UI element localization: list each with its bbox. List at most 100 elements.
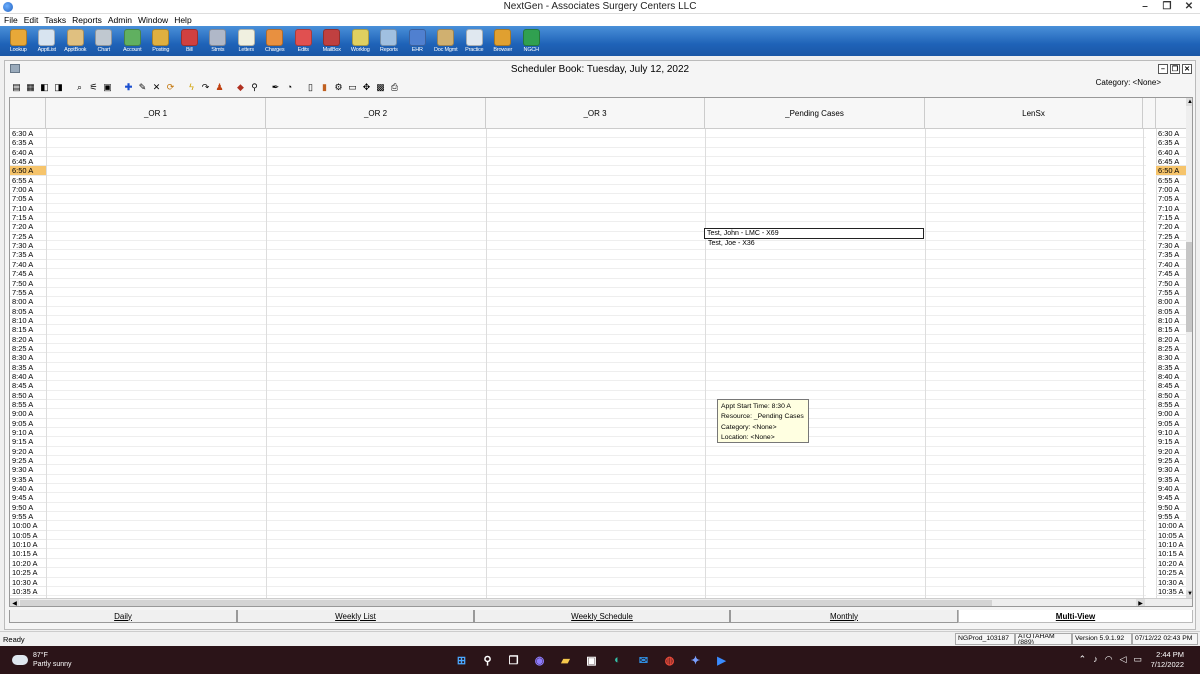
- toolbar-button-posting[interactable]: Posting: [147, 26, 176, 56]
- time-slot-row[interactable]: [42, 437, 1146, 447]
- time-slot-row[interactable]: [42, 409, 1146, 419]
- scheduler-minimize-button[interactable]: –: [1158, 64, 1168, 74]
- clock-icon[interactable]: ◔: [284, 82, 295, 93]
- prev-icon[interactable]: ◧: [39, 82, 50, 93]
- calendar-icon[interactable]: ▣: [102, 82, 113, 93]
- time-slot-row[interactable]: [42, 484, 1146, 494]
- lightning-icon[interactable]: ϟ: [186, 82, 197, 93]
- toolbar-button-practice[interactable]: Practice: [460, 26, 489, 56]
- settings-icon[interactable]: ⚙: [333, 82, 344, 93]
- horizontal-scroll-thumb[interactable]: [20, 600, 992, 606]
- column-header-or2[interactable]: _OR 2: [266, 98, 486, 129]
- wifi-icon[interactable]: ◠: [1105, 654, 1113, 665]
- menu-edit[interactable]: Edit: [20, 14, 39, 26]
- time-slot-row[interactable]: [42, 166, 1146, 176]
- time-slot-row[interactable]: [42, 568, 1146, 578]
- time-slot-row[interactable]: [42, 185, 1146, 195]
- menu-tasks[interactable]: Tasks: [40, 14, 66, 26]
- time-slot-row[interactable]: [42, 419, 1146, 428]
- time-slot-row[interactable]: [42, 447, 1146, 457]
- zoom-icon[interactable]: ▶: [712, 651, 731, 669]
- time-slot-row[interactable]: [42, 269, 1146, 279]
- view-week-icon[interactable]: ▦: [25, 82, 36, 93]
- time-slot-row[interactable]: [42, 250, 1146, 260]
- edit-appointment-icon[interactable]: ✎: [137, 82, 148, 93]
- document-icon[interactable]: ▯: [305, 82, 316, 93]
- menu-window[interactable]: Window: [134, 14, 168, 26]
- time-slot-row[interactable]: [42, 475, 1146, 485]
- add-appointment-icon[interactable]: ✚: [123, 82, 134, 93]
- edge-browser-icon[interactable]: ◐: [608, 651, 627, 669]
- lookup-icon[interactable]: ⚲: [249, 82, 260, 93]
- toolbar-button-ehr[interactable]: EHR: [403, 26, 432, 56]
- horizontal-scrollbar[interactable]: ◀ ▶: [10, 598, 1192, 606]
- time-slot-row[interactable]: [42, 428, 1146, 438]
- time-slot-row[interactable]: [42, 391, 1146, 400]
- time-slot-row[interactable]: [42, 344, 1146, 354]
- store-icon[interactable]: ▣: [582, 651, 601, 669]
- time-slot-row[interactable]: [42, 176, 1146, 186]
- teams-chat-icon[interactable]: ◉: [530, 651, 549, 669]
- time-slot-row[interactable]: [42, 578, 1146, 587]
- time-slot-row[interactable]: [42, 148, 1146, 158]
- menu-reports[interactable]: Reports: [68, 14, 102, 26]
- toolbar-button-edits[interactable]: Edits: [289, 26, 318, 56]
- toolbar-button-apptlist[interactable]: ApptList: [33, 26, 62, 56]
- battery-icon[interactable]: ▭: [1133, 654, 1142, 665]
- time-slot-row[interactable]: [42, 316, 1146, 326]
- person-icon[interactable]: ♟: [214, 82, 225, 93]
- redo-icon[interactable]: ↷: [200, 82, 211, 93]
- search-icon[interactable]: ⚲: [478, 651, 497, 669]
- column-header-lensx[interactable]: LenSx: [925, 98, 1143, 129]
- tab-monthly[interactable]: Monthly: [730, 610, 958, 623]
- time-slot-row[interactable]: [42, 465, 1146, 475]
- time-slot-row[interactable]: [42, 157, 1146, 167]
- time-slot-row[interactable]: [42, 213, 1146, 223]
- menu-file[interactable]: File: [0, 14, 18, 26]
- toolbar-button-apptbook[interactable]: ApptBook: [61, 26, 90, 56]
- maximize-button[interactable]: ❐: [1156, 0, 1178, 13]
- time-slot-row[interactable]: [42, 325, 1146, 335]
- move-icon[interactable]: ✥: [361, 82, 372, 93]
- refresh-icon[interactable]: ⟳: [165, 82, 176, 93]
- time-slot-row[interactable]: [42, 232, 1146, 242]
- toolbar-button-doc-mgmt[interactable]: Doc Mgmt: [432, 26, 461, 56]
- time-slot-row[interactable]: [42, 503, 1146, 513]
- toolbar-button-letters[interactable]: Letters: [232, 26, 261, 56]
- minimize-button[interactable]: –: [1134, 0, 1156, 13]
- toolbar-button-worklog[interactable]: Worklog: [346, 26, 375, 56]
- time-slot-row[interactable]: [42, 521, 1146, 531]
- time-slot-row[interactable]: [42, 297, 1146, 307]
- weather-widget[interactable]: 87°F Partly sunny: [12, 651, 72, 669]
- time-slot-row[interactable]: [42, 353, 1146, 363]
- scroll-right-icon[interactable]: ▶: [1136, 599, 1145, 606]
- toolbar-button-charges[interactable]: Charges: [261, 26, 290, 56]
- toolbar-button-bill[interactable]: Bill: [175, 26, 204, 56]
- time-slot-row[interactable]: [42, 288, 1146, 298]
- time-slot-row[interactable]: [42, 307, 1146, 316]
- time-slot-row[interactable]: [42, 129, 1146, 139]
- file-explorer-icon[interactable]: ▰: [556, 651, 575, 669]
- volume-icon[interactable]: ◁: [1120, 654, 1127, 665]
- appointment-block[interactable]: Test, John - LMC - X69: [704, 228, 924, 239]
- outlook-icon[interactable]: ✉: [634, 651, 653, 669]
- time-slot-row[interactable]: [42, 512, 1146, 522]
- tab-daily[interactable]: Daily: [9, 610, 237, 623]
- column-header-or1[interactable]: _OR 1: [46, 98, 266, 129]
- scroll-down-icon[interactable]: ▼: [1186, 590, 1192, 598]
- time-slot-row[interactable]: [42, 531, 1146, 541]
- time-slot-row[interactable]: [42, 372, 1146, 382]
- scheduler-close-button[interactable]: ✕: [1182, 64, 1192, 74]
- tab-multi-view[interactable]: Multi-View: [958, 610, 1193, 623]
- toolbar-button-account[interactable]: Account: [118, 26, 147, 56]
- time-slot-row[interactable]: [42, 381, 1146, 391]
- appointment-block[interactable]: Test, Joe - X36: [706, 239, 755, 249]
- time-slot-row[interactable]: [42, 587, 1146, 597]
- time-slot-row[interactable]: [42, 559, 1146, 569]
- toolbar-button-reports[interactable]: Reports: [375, 26, 404, 56]
- next-icon[interactable]: ◨: [53, 82, 64, 93]
- time-slot-row[interactable]: [42, 400, 1146, 410]
- list-icon[interactable]: ▭: [347, 82, 358, 93]
- tab-weekly-schedule[interactable]: Weekly Schedule: [474, 610, 730, 623]
- menu-admin[interactable]: Admin: [104, 14, 132, 26]
